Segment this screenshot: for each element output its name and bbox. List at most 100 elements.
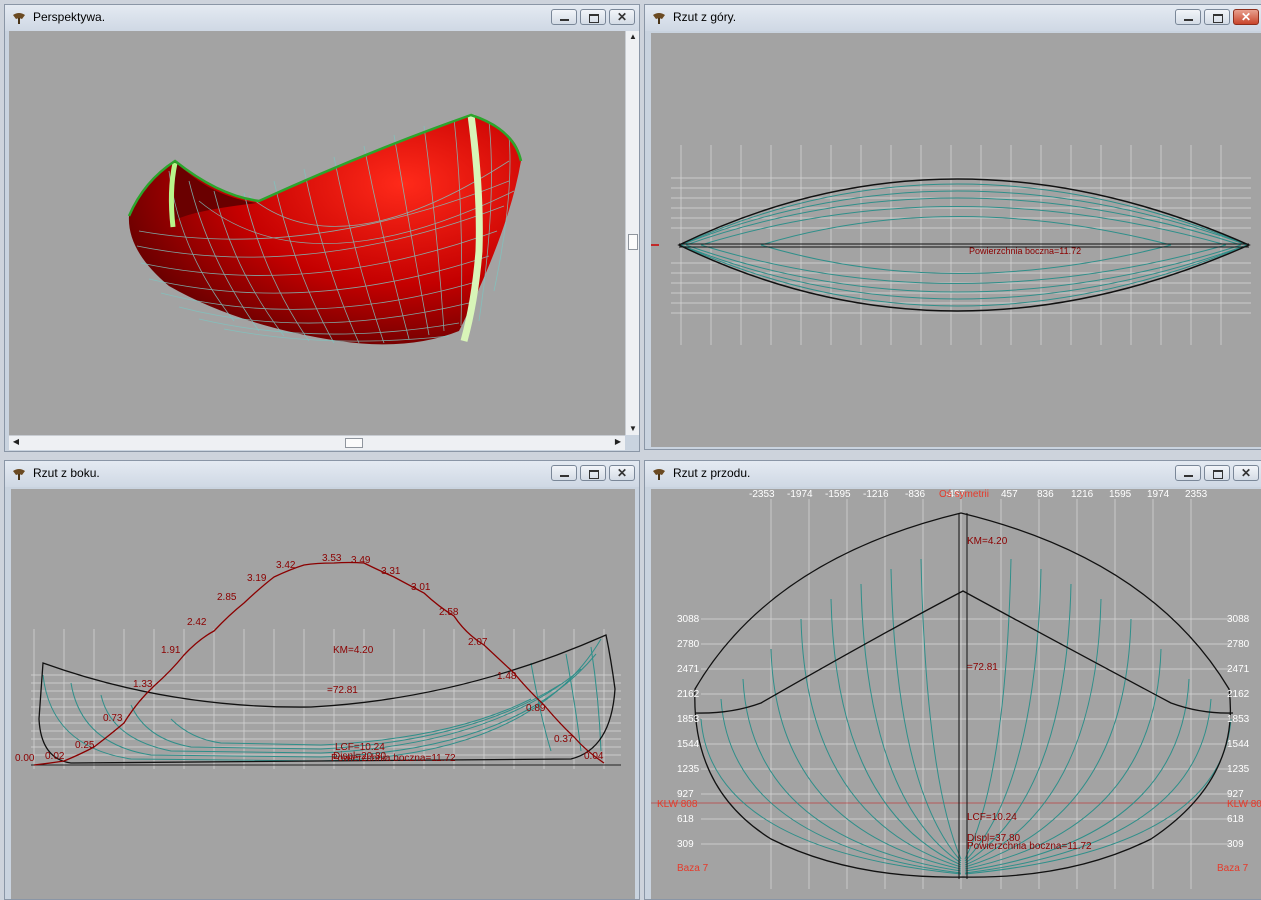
titlebar[interactable]: Rzut z boku. ✕ <box>5 461 639 487</box>
front-view-canvas[interactable]: -2353 -1974 -1595 -1216 -836 -457 457 83… <box>651 489 1261 899</box>
x-tick: -1974 <box>787 489 813 500</box>
titlebar[interactable]: Rzut z przodu. ✕ <box>645 461 1261 487</box>
y-tick: 1853 <box>677 714 700 725</box>
maximize-button[interactable] <box>580 465 606 481</box>
svg-text:3.31: 3.31 <box>381 566 401 577</box>
klw-label: KLW 808 <box>657 799 698 810</box>
window-title: Perspektywa. <box>33 10 106 24</box>
displacement-labels: 0.00 0.02 0.25 0.73 1.33 1.91 2.42 2.85 … <box>15 553 604 764</box>
area-label: Powierzchnia boczna=11.72 <box>969 246 1081 256</box>
side-view-canvas[interactable]: 0.00 0.02 0.25 0.73 1.33 1.91 2.42 2.85 … <box>11 489 635 899</box>
axis-label: Oś symetrii <box>939 489 989 500</box>
y-tick: 1544 <box>1227 739 1250 750</box>
perspective-canvas[interactable] <box>9 31 625 435</box>
y-tick: 1235 <box>1227 764 1250 775</box>
x-tick: 2353 <box>1185 489 1208 500</box>
y-tick: 309 <box>677 839 694 850</box>
y-tick: 309 <box>1227 839 1244 850</box>
minimize-button[interactable] <box>1175 9 1201 25</box>
close-button[interactable]: ✕ <box>609 465 635 481</box>
x-tick: 1595 <box>1109 489 1132 500</box>
front-view-drawing: -2353 -1974 -1595 -1216 -836 -457 457 83… <box>651 489 1261 889</box>
y-tick: 2162 <box>677 689 700 700</box>
y-tick: 3088 <box>1227 614 1250 625</box>
titlebar[interactable]: Rzut z góry. ✕ <box>645 5 1261 31</box>
x-tick: -1216 <box>863 489 889 500</box>
minimize-button[interactable] <box>551 465 577 481</box>
titlebar[interactable]: Perspektywa. ✕ <box>5 5 639 31</box>
svg-text:2.42: 2.42 <box>187 617 207 628</box>
svg-text:2.07: 2.07 <box>468 637 488 648</box>
y-tick: 1544 <box>677 739 700 750</box>
x-tick: -1595 <box>825 489 851 500</box>
km-label: KM=4.20 <box>333 645 374 656</box>
y-tick: 1235 <box>677 764 700 775</box>
side-view-drawing: 0.00 0.02 0.25 0.73 1.33 1.91 2.42 2.85 … <box>15 553 621 769</box>
value-label: =72.81 <box>327 685 358 696</box>
close-button[interactable]: ✕ <box>1233 465 1259 481</box>
x-tick: 1216 <box>1071 489 1094 500</box>
x-tick: 836 <box>1037 489 1054 500</box>
svg-text:0.04: 0.04 <box>584 751 604 762</box>
svg-text:0.89: 0.89 <box>526 703 546 714</box>
maximize-button[interactable] <box>1204 465 1230 481</box>
svg-text:2.58: 2.58 <box>439 607 459 618</box>
value-label: =72.81 <box>967 662 998 673</box>
app-icon <box>13 13 25 24</box>
y-tick: 3088 <box>677 614 700 625</box>
y-tick: 2780 <box>677 639 700 650</box>
svg-text:0.37: 0.37 <box>554 734 574 745</box>
top-view-window: Rzut z góry. ✕ Powierzchnia boczna=11.72 <box>644 4 1261 450</box>
svg-text:3.19: 3.19 <box>247 573 267 584</box>
svg-text:2.85: 2.85 <box>217 592 237 603</box>
x-tick: 457 <box>1001 489 1018 500</box>
x-tick: -836 <box>905 489 925 500</box>
vertical-scrollbar[interactable]: ▲ ▼ <box>625 31 639 435</box>
close-button[interactable]: ✕ <box>609 9 635 25</box>
km-label: KM=4.20 <box>967 536 1008 547</box>
y-tick: 618 <box>1227 814 1244 825</box>
svg-text:0.02: 0.02 <box>45 751 65 762</box>
scrollbar-thumb[interactable] <box>628 234 638 250</box>
area-label: Powierzchnia boczna=11.72 <box>331 753 456 764</box>
svg-text:3.49: 3.49 <box>351 555 371 566</box>
app-icon <box>13 469 25 480</box>
maximize-button[interactable] <box>1204 9 1230 25</box>
svg-text:0.25: 0.25 <box>75 740 95 751</box>
horizontal-scrollbar[interactable]: ◀ ▶ <box>9 435 625 450</box>
y-tick: 2471 <box>677 664 700 675</box>
y-tick: 1853 <box>1227 714 1250 725</box>
perspective-window: Perspektywa. ✕ ▲ ▼ ◀ ▶ <box>4 4 640 452</box>
y-tick: 2471 <box>1227 664 1250 675</box>
app-icon <box>653 13 665 24</box>
y-tick: 2162 <box>1227 689 1250 700</box>
window-title: Rzut z góry. <box>673 10 737 24</box>
front-view-window: Rzut z przodu. ✕ -2353 -1974 -1595 -1216… <box>644 460 1261 900</box>
svg-text:0.00: 0.00 <box>15 753 35 764</box>
baza-label: Baza 7 <box>677 863 709 874</box>
hull-3d-view <box>127 113 523 345</box>
top-view-canvas[interactable]: Powierzchnia boczna=11.72 <box>651 33 1261 447</box>
baza-label: Baza 7 <box>1217 863 1249 874</box>
window-title: Rzut z boku. <box>33 466 100 480</box>
minimize-button[interactable] <box>551 9 577 25</box>
maximize-button[interactable] <box>580 9 606 25</box>
top-view-drawing: Powierzchnia boczna=11.72 <box>651 145 1251 345</box>
y-tick: 2780 <box>1227 639 1250 650</box>
svg-text:1.91: 1.91 <box>161 645 181 656</box>
side-view-window: Rzut z boku. ✕ 0.00 0.02 0.25 0.73 1.33 … <box>4 460 640 900</box>
close-button[interactable]: ✕ <box>1233 9 1259 25</box>
x-tick: -2353 <box>749 489 775 500</box>
svg-text:1.33: 1.33 <box>133 679 153 690</box>
scrollbar-thumb[interactable] <box>345 438 363 448</box>
svg-text:3.53: 3.53 <box>322 553 342 564</box>
minimize-button[interactable] <box>1175 465 1201 481</box>
area-label: Powierzchnia boczna=11.72 <box>967 841 1092 852</box>
x-tick: 1974 <box>1147 489 1170 500</box>
y-tick: 618 <box>677 814 694 825</box>
window-title: Rzut z przodu. <box>673 466 751 480</box>
svg-text:1.48: 1.48 <box>497 671 517 682</box>
svg-text:3.42: 3.42 <box>276 560 296 571</box>
app-icon <box>653 469 665 480</box>
lcf-label: LCF=10.24 <box>967 812 1017 823</box>
